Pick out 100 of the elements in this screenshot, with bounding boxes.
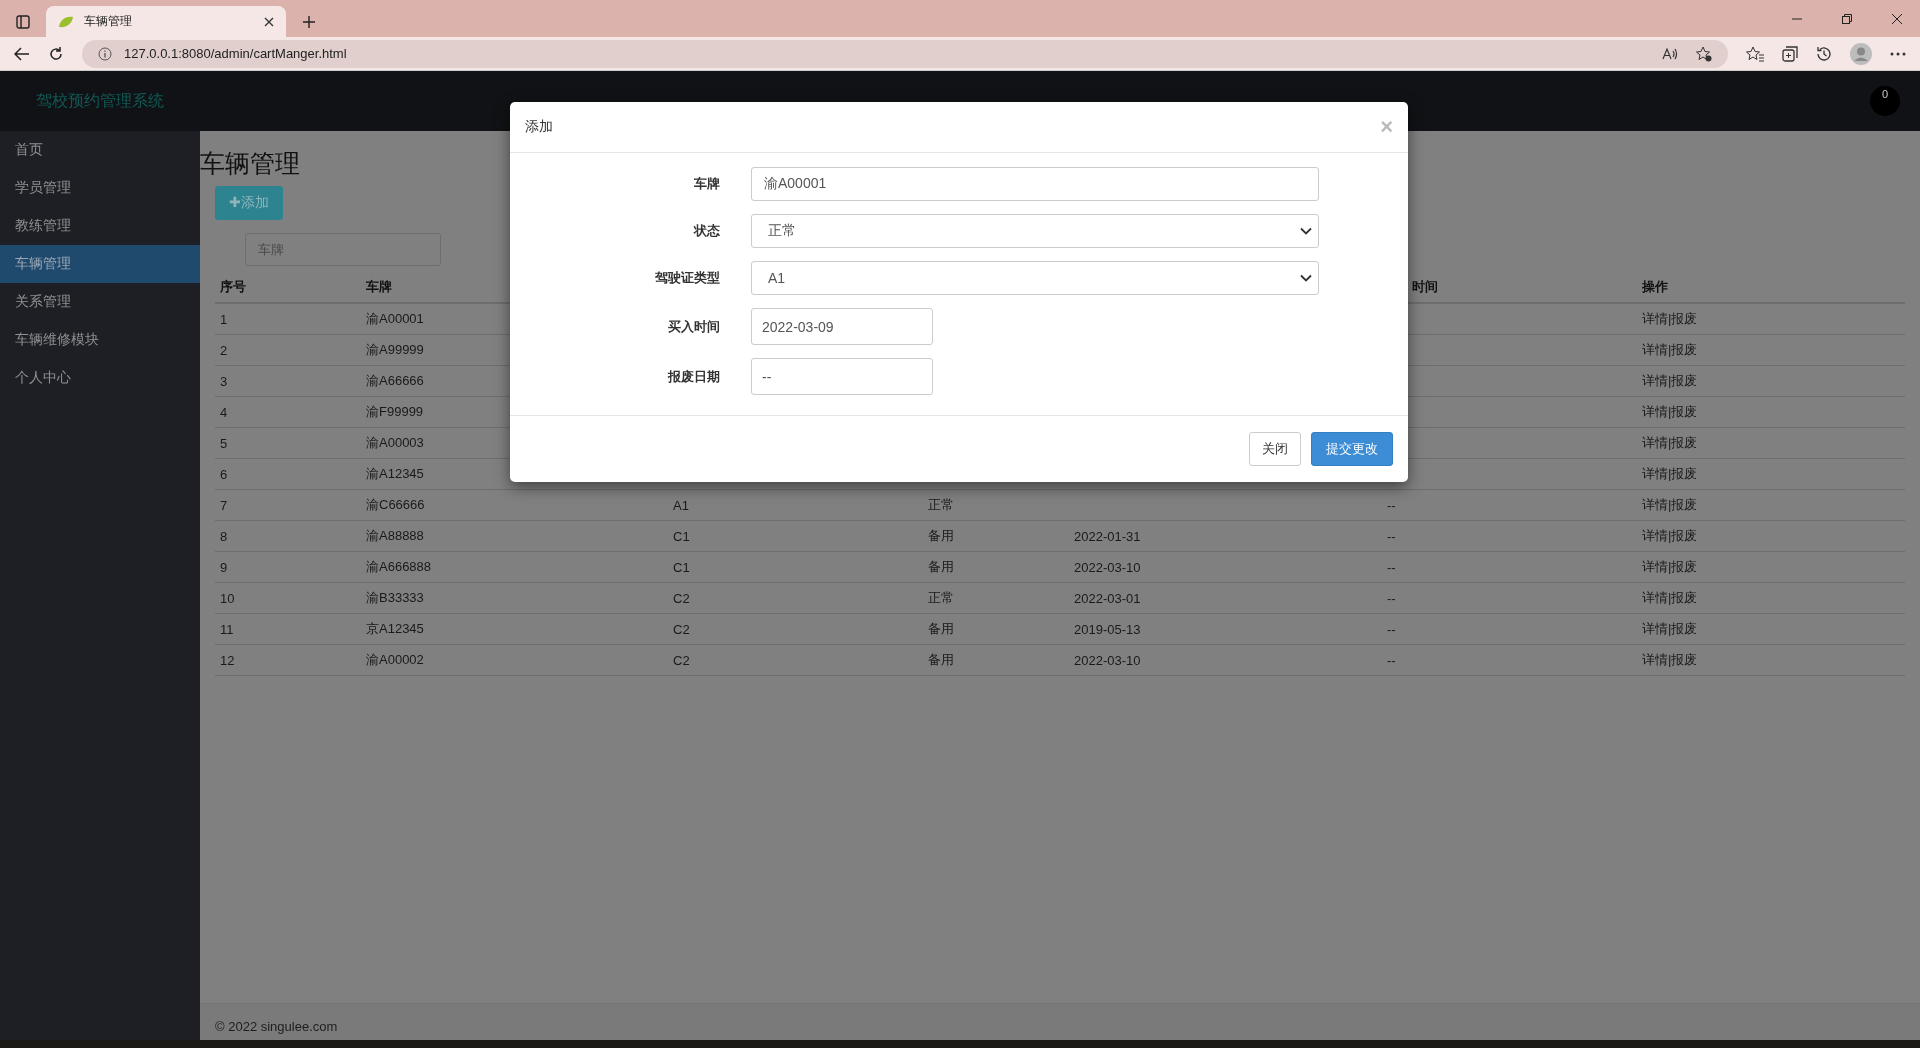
table-cell: 渝C66666 [361,489,668,521]
page-title: 车辆管理 [200,148,301,179]
sidebar-item[interactable]: 个人中心 [0,359,200,397]
table-cell: 备用 [923,520,1069,552]
table-cell: C2 [668,613,923,645]
tab-title: 车辆管理 [84,13,133,30]
close-icon[interactable] [1892,13,1902,24]
action-links[interactable]: 详情|报废 [1637,551,1905,583]
select-field[interactable]: A1 [751,261,1319,295]
table-cell: 正常 [923,489,1069,521]
table-cell: 2 [215,334,361,366]
action-links[interactable]: 详情|报废 [1637,396,1905,428]
favorites-icon[interactable] [1746,45,1764,62]
table-cell: 12 [215,644,361,676]
select-field[interactable]: 正常 [751,214,1319,248]
collections-icon[interactable] [1782,45,1798,62]
table-cell: 7 [215,489,361,521]
user-badge[interactable]: 0 [1870,86,1900,116]
leaf-icon [58,15,74,28]
action-links[interactable]: 详情|报废 [1637,303,1905,335]
table-cell: 5 [215,427,361,459]
table-cell: -- [1382,520,1637,552]
table-cell: 4 [215,396,361,428]
table-cell: 2022-03-10 [1069,644,1382,676]
sidebar-item[interactable]: 车辆维修模块 [0,321,200,359]
table-cell: 2022-03-01 [1069,582,1382,614]
refresh-icon[interactable] [48,45,64,62]
table-cell: 1 [215,303,361,335]
field-label: 买入时间 [667,317,721,336]
table-cell: -- [1382,644,1637,676]
url-text: 127.0.0.1:8080/admin/cartManger.html [124,46,348,61]
column-header: 车牌 [366,279,392,294]
column-header: 操作 [1642,279,1668,294]
favorite-add-icon[interactable] [1696,45,1712,62]
action-links[interactable]: 详情|报废 [1637,334,1905,366]
action-links[interactable]: 详情|报废 [1637,489,1905,521]
table-cell: 6 [215,458,361,490]
action-links[interactable]: 详情|报废 [1637,582,1905,614]
table-cell: 2022-01-31 [1069,520,1382,552]
sidebar-item[interactable]: 关系管理 [0,283,200,321]
profile-avatar-icon[interactable] [1850,42,1872,65]
action-links[interactable]: 详情|报废 [1637,365,1905,397]
action-links[interactable]: 详情|报废 [1637,644,1905,676]
field-label: 车牌 [693,175,721,193]
table-cell: -- [1382,489,1637,521]
table-cell: -- [1382,582,1637,614]
table-cell: 备用 [923,551,1069,583]
table-cell: 11 [215,613,361,645]
more-icon[interactable] [1890,51,1906,56]
address-bar[interactable]: 127.0.0.1:8080/admin/cartManger.html [82,39,1728,68]
field-label: 报废日期 [666,367,721,386]
action-links[interactable]: 详情|报废 [1637,520,1905,552]
browser-tab[interactable]: 车辆管理 [46,6,286,37]
table-cell: 10 [215,582,361,614]
table-cell: A1 [668,489,923,521]
input-field[interactable]: 2022-03-09 [751,308,933,345]
input-field[interactable]: 渝A00001 [751,167,1319,201]
action-links[interactable]: 详情|报废 [1637,458,1905,490]
chevron-down-icon [1300,274,1312,282]
close-icon[interactable] [264,16,274,27]
dialog-title: 添加 [525,118,553,136]
table-cell: 8 [215,520,361,552]
read-aloud-icon[interactable] [1662,46,1678,61]
history-icon[interactable] [1816,45,1832,62]
info-icon[interactable] [98,46,112,61]
table-cell: C1 [668,551,923,583]
table-cell: 正常 [923,582,1069,614]
table-cell: 2019-05-13 [1069,613,1382,645]
close-button[interactable]: 关闭 [1249,432,1301,466]
sidebar-item[interactable]: 学员管理 [0,169,200,207]
restore-icon[interactable] [1842,13,1852,24]
submit-button[interactable]: 提交更改 [1311,432,1393,466]
input-field[interactable]: -- [751,358,933,395]
sidebar-item[interactable]: 首页 [0,131,200,169]
table-cell: 渝A00002 [361,644,668,676]
field-label: 状态 [692,222,721,240]
footer-text: © 2022 singulee.com [215,1019,338,1034]
table-cell: C2 [668,644,923,676]
column-header: 序号 [220,279,246,294]
table-cell: 3 [215,365,361,397]
sidebar-item[interactable]: 车辆管理 [0,245,200,283]
table-cell: 9 [215,551,361,583]
brand-title[interactable]: 驾校预约管理系统 [36,90,164,112]
back-icon[interactable] [14,46,30,61]
table-cell: C1 [668,520,923,552]
column-header: 时间 [1412,279,1438,294]
table-cell: C2 [668,582,923,614]
action-links[interactable]: 详情|报废 [1637,613,1905,645]
chevron-down-icon [1300,227,1312,235]
table-cell: 渝A666888 [361,551,668,583]
sidebar-item[interactable]: 教练管理 [0,207,200,245]
table-cell: 备用 [923,644,1069,676]
table-cell: 渝B33333 [361,582,668,614]
table-cell: 京A12345 [361,613,668,645]
table-cell: -- [1382,551,1637,583]
table-cell: 2022-03-10 [1069,551,1382,583]
action-links[interactable]: 详情|报废 [1637,427,1905,459]
table-cell: 备用 [923,613,1069,645]
table-cell: -- [1382,613,1637,645]
table-cell: 渝A88888 [361,520,668,552]
